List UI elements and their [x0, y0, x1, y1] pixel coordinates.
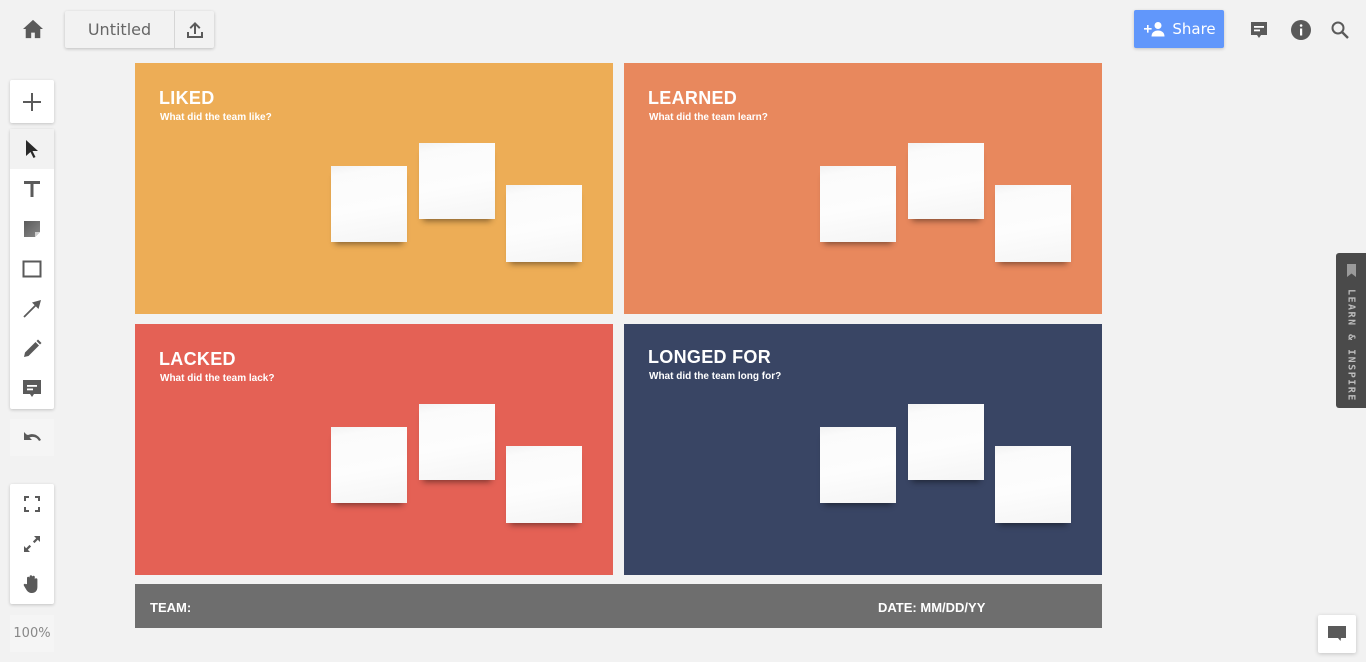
view-tools: [10, 484, 54, 604]
home-button[interactable]: [18, 14, 48, 44]
share-label: Share: [1172, 20, 1216, 38]
sticky-note[interactable]: [331, 427, 407, 503]
zoom-level: 100%: [13, 626, 51, 641]
arrow-icon: [23, 300, 41, 318]
comment-icon: [23, 380, 41, 397]
sticky-note[interactable]: [820, 427, 896, 503]
upload-icon: [186, 21, 203, 38]
quadrant-lacked[interactable]: LACKED What did the team lack?: [135, 324, 613, 575]
sticky-note[interactable]: [820, 166, 896, 242]
add-button[interactable]: [10, 80, 54, 123]
chat-button[interactable]: [1318, 615, 1356, 653]
person-add-icon: [1144, 22, 1165, 37]
fit-screen-button[interactable]: [10, 484, 54, 524]
quadrant-subtitle: What did the team lack?: [160, 373, 275, 384]
bookmark-icon: [1347, 264, 1356, 277]
sticky-note[interactable]: [331, 166, 407, 242]
comment-icon: [1251, 22, 1267, 38]
drawing-tools: [10, 129, 54, 409]
quadrant-title: LONGED FOR: [648, 347, 771, 367]
comments-button[interactable]: [1246, 17, 1272, 43]
date-label: DATE: MM/DD/YY: [878, 600, 986, 615]
pan-tool[interactable]: [10, 564, 54, 604]
home-icon: [23, 19, 43, 39]
arrow-tool[interactable]: [10, 289, 54, 329]
sticky-note[interactable]: [506, 185, 582, 262]
quadrant-title: LIKED: [159, 88, 215, 108]
sticky-note[interactable]: [419, 143, 495, 219]
sticky-note[interactable]: [995, 446, 1071, 523]
learn-inspire-label: LEARN & INSPIRE: [1345, 289, 1357, 402]
hand-icon: [23, 575, 38, 593]
quadrant-title: LEARNED: [648, 88, 738, 108]
chat-icon: [1328, 626, 1346, 641]
document-title[interactable]: Untitled: [65, 11, 175, 48]
info-icon: [1291, 20, 1311, 40]
rectangle-tool[interactable]: [10, 249, 54, 289]
add-tool-group: [10, 80, 54, 123]
quadrant-subtitle: What did the team like?: [160, 112, 272, 123]
team-label: TEAM:: [150, 600, 192, 615]
sticky-note-tool[interactable]: [10, 209, 54, 249]
export-button[interactable]: [175, 11, 214, 48]
sticky-note-icon: [24, 221, 40, 237]
quadrant-learned[interactable]: LEARNED What did the team learn?: [624, 63, 1102, 314]
sticky-note[interactable]: [908, 404, 984, 480]
undo-icon: [24, 431, 41, 441]
select-tool[interactable]: [10, 129, 54, 169]
learn-inspire-tab[interactable]: LEARN & INSPIRE: [1336, 253, 1366, 408]
pencil-icon: [24, 339, 42, 357]
quadrant-subtitle: What did the team learn?: [649, 112, 768, 123]
sticky-note[interactable]: [995, 185, 1071, 262]
team-date-bar[interactable]: TEAM: DATE: MM/DD/YY: [135, 584, 1102, 628]
search-icon: [1331, 21, 1349, 39]
quadrant-longed-for[interactable]: LONGED FOR What did the team long for?: [624, 324, 1102, 575]
document-title-box: Untitled: [65, 11, 214, 48]
quadrant-liked[interactable]: LIKED What did the team like?: [135, 63, 613, 314]
info-button[interactable]: [1288, 17, 1314, 43]
undo-button[interactable]: [10, 419, 54, 456]
fit-screen-icon: [24, 496, 40, 512]
text-icon: [24, 181, 40, 197]
quadrant-subtitle: What did the team long for?: [649, 371, 782, 382]
expand-icon: [24, 536, 40, 552]
quadrant-title: LACKED: [159, 349, 236, 369]
comment-tool[interactable]: [10, 369, 54, 409]
zoom-level-indicator[interactable]: 100%: [10, 615, 54, 652]
search-button[interactable]: [1327, 17, 1353, 43]
rectangle-icon: [22, 260, 42, 278]
sticky-note[interactable]: [506, 446, 582, 523]
plus-icon: [23, 92, 41, 111]
sticky-note[interactable]: [419, 404, 495, 480]
pen-tool[interactable]: [10, 329, 54, 369]
share-button[interactable]: Share: [1134, 10, 1224, 48]
cursor-arrow-icon: [26, 140, 38, 158]
fullscreen-button[interactable]: [10, 524, 54, 564]
text-tool[interactable]: [10, 169, 54, 209]
sticky-note[interactable]: [908, 143, 984, 219]
